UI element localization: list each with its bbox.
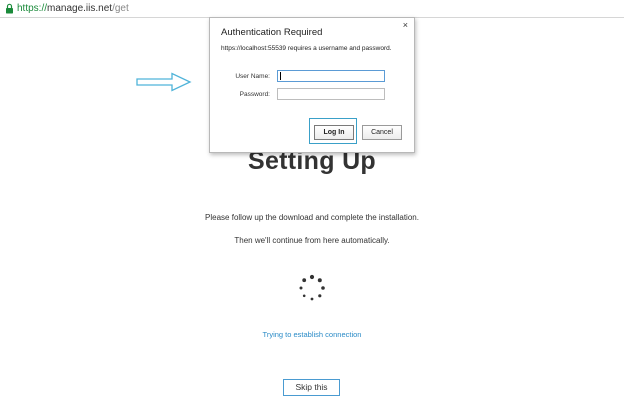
- spinner-dot: [310, 297, 314, 301]
- spinner-dot: [317, 278, 322, 283]
- close-icon[interactable]: ×: [403, 20, 408, 30]
- password-label: Password:: [239, 91, 270, 98]
- right-arrow-outline-icon: [136, 72, 192, 92]
- url-scheme: https://: [17, 3, 48, 14]
- spinner-dot: [321, 286, 325, 290]
- spinner-dot: [318, 294, 322, 298]
- spinner-dot: [302, 278, 307, 283]
- instruction-text-1: Please follow up the download and comple…: [205, 213, 419, 222]
- address-bar[interactable]: https://manage.iis.net/get: [0, 0, 624, 18]
- browser-window: https://manage.iis.net/get Setting Up Pl…: [0, 0, 624, 406]
- username-input[interactable]: [277, 70, 385, 82]
- url-path: /get: [112, 3, 129, 14]
- username-label: User Name:: [235, 73, 270, 80]
- dialog-message: https://localhost:55539 requires a usern…: [221, 45, 392, 52]
- url-text[interactable]: https://manage.iis.net/get: [17, 3, 129, 15]
- url-host: manage.iis.net: [47, 3, 113, 14]
- loading-spinner-icon: [299, 274, 325, 301]
- spinner-dot: [299, 286, 303, 290]
- password-input[interactable]: [277, 88, 385, 100]
- spinner-dot: [309, 274, 315, 280]
- lock-icon: [6, 3, 13, 14]
- login-button[interactable]: Log In: [314, 125, 354, 140]
- spinner-dot: [302, 294, 306, 298]
- text-caret: [280, 72, 281, 80]
- connection-status-link[interactable]: Trying to establish connection: [0, 330, 624, 339]
- skip-button[interactable]: Skip this: [283, 379, 340, 396]
- auth-dialog: × Authentication Required https://localh…: [209, 17, 415, 153]
- cancel-button[interactable]: Cancel: [362, 125, 402, 140]
- dialog-title: Authentication Required: [221, 27, 323, 38]
- instruction-text-2: Then we'll continue from here automatica…: [234, 236, 390, 245]
